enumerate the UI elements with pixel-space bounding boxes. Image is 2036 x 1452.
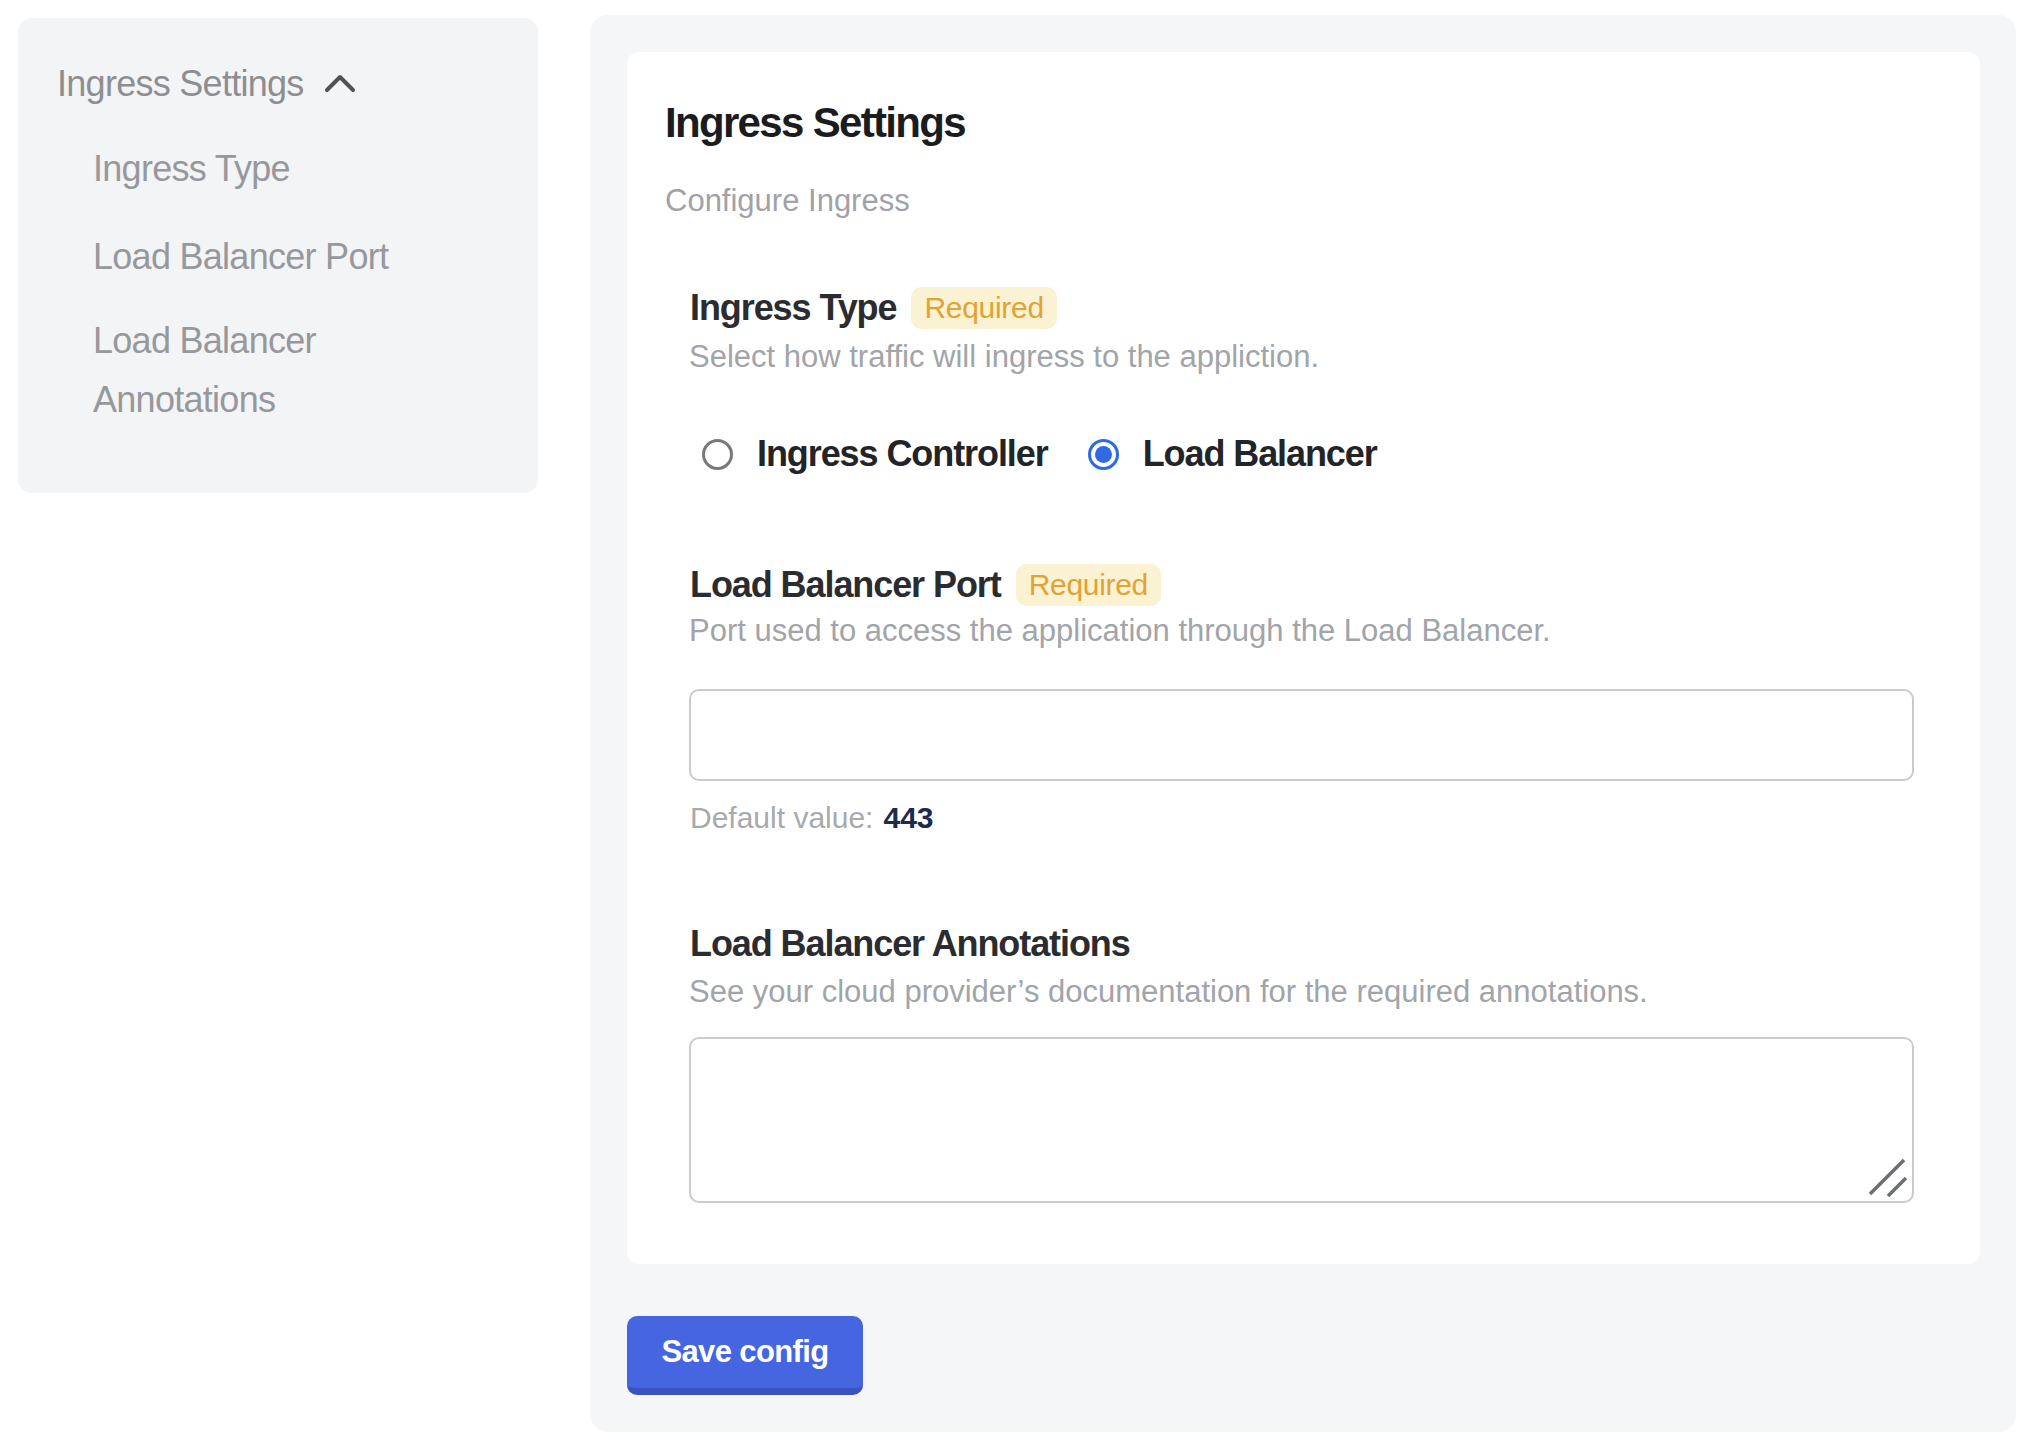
lb-port-description: Port used to access the application thro… (689, 612, 1551, 649)
lb-annotations-description: See your cloud provider’s documentation … (689, 973, 1648, 1010)
settings-nav-sidebar: Ingress Settings Ingress Type Load Balan… (18, 18, 538, 493)
required-badge: Required (911, 287, 1056, 329)
card-title: Ingress Settings (665, 98, 965, 148)
sidebar-item-load-balancer-annotations[interactable]: Load Balancer Annotations (93, 311, 443, 429)
ingress-type-description: Select how traffic will ingress to the a… (689, 338, 1319, 375)
default-value-number: 443 (883, 801, 933, 834)
ingress-type-label: Ingress Type (690, 286, 896, 329)
sidebar-section-label: Ingress Settings (57, 62, 304, 105)
sidebar-item-load-balancer-port[interactable]: Load Balancer Port (93, 227, 443, 286)
lb-port-label: Load Balancer Port (690, 563, 1001, 606)
ingress-controller-radio-label[interactable]: Ingress Controller (757, 432, 1048, 475)
card-subtitle: Configure Ingress (665, 182, 910, 219)
ingress-controller-radio[interactable] (702, 439, 733, 470)
lb-port-input[interactable] (689, 689, 1914, 781)
chevron-up-icon (324, 74, 356, 94)
lb-annotations-label: Load Balancer Annotations (690, 922, 1130, 965)
lb-port-default: Default value: 443 (690, 800, 934, 836)
load-balancer-radio[interactable] (1088, 439, 1119, 470)
default-value-label: Default value: (690, 801, 873, 834)
sidebar-section-ingress-settings[interactable]: Ingress Settings (57, 62, 356, 105)
sidebar-item-ingress-type[interactable]: Ingress Type (93, 139, 443, 198)
load-balancer-radio-label[interactable]: Load Balancer (1143, 432, 1377, 475)
required-badge: Required (1016, 564, 1161, 606)
lb-annotations-textarea[interactable] (689, 1037, 1914, 1203)
save-config-button[interactable]: Save config (627, 1316, 863, 1395)
